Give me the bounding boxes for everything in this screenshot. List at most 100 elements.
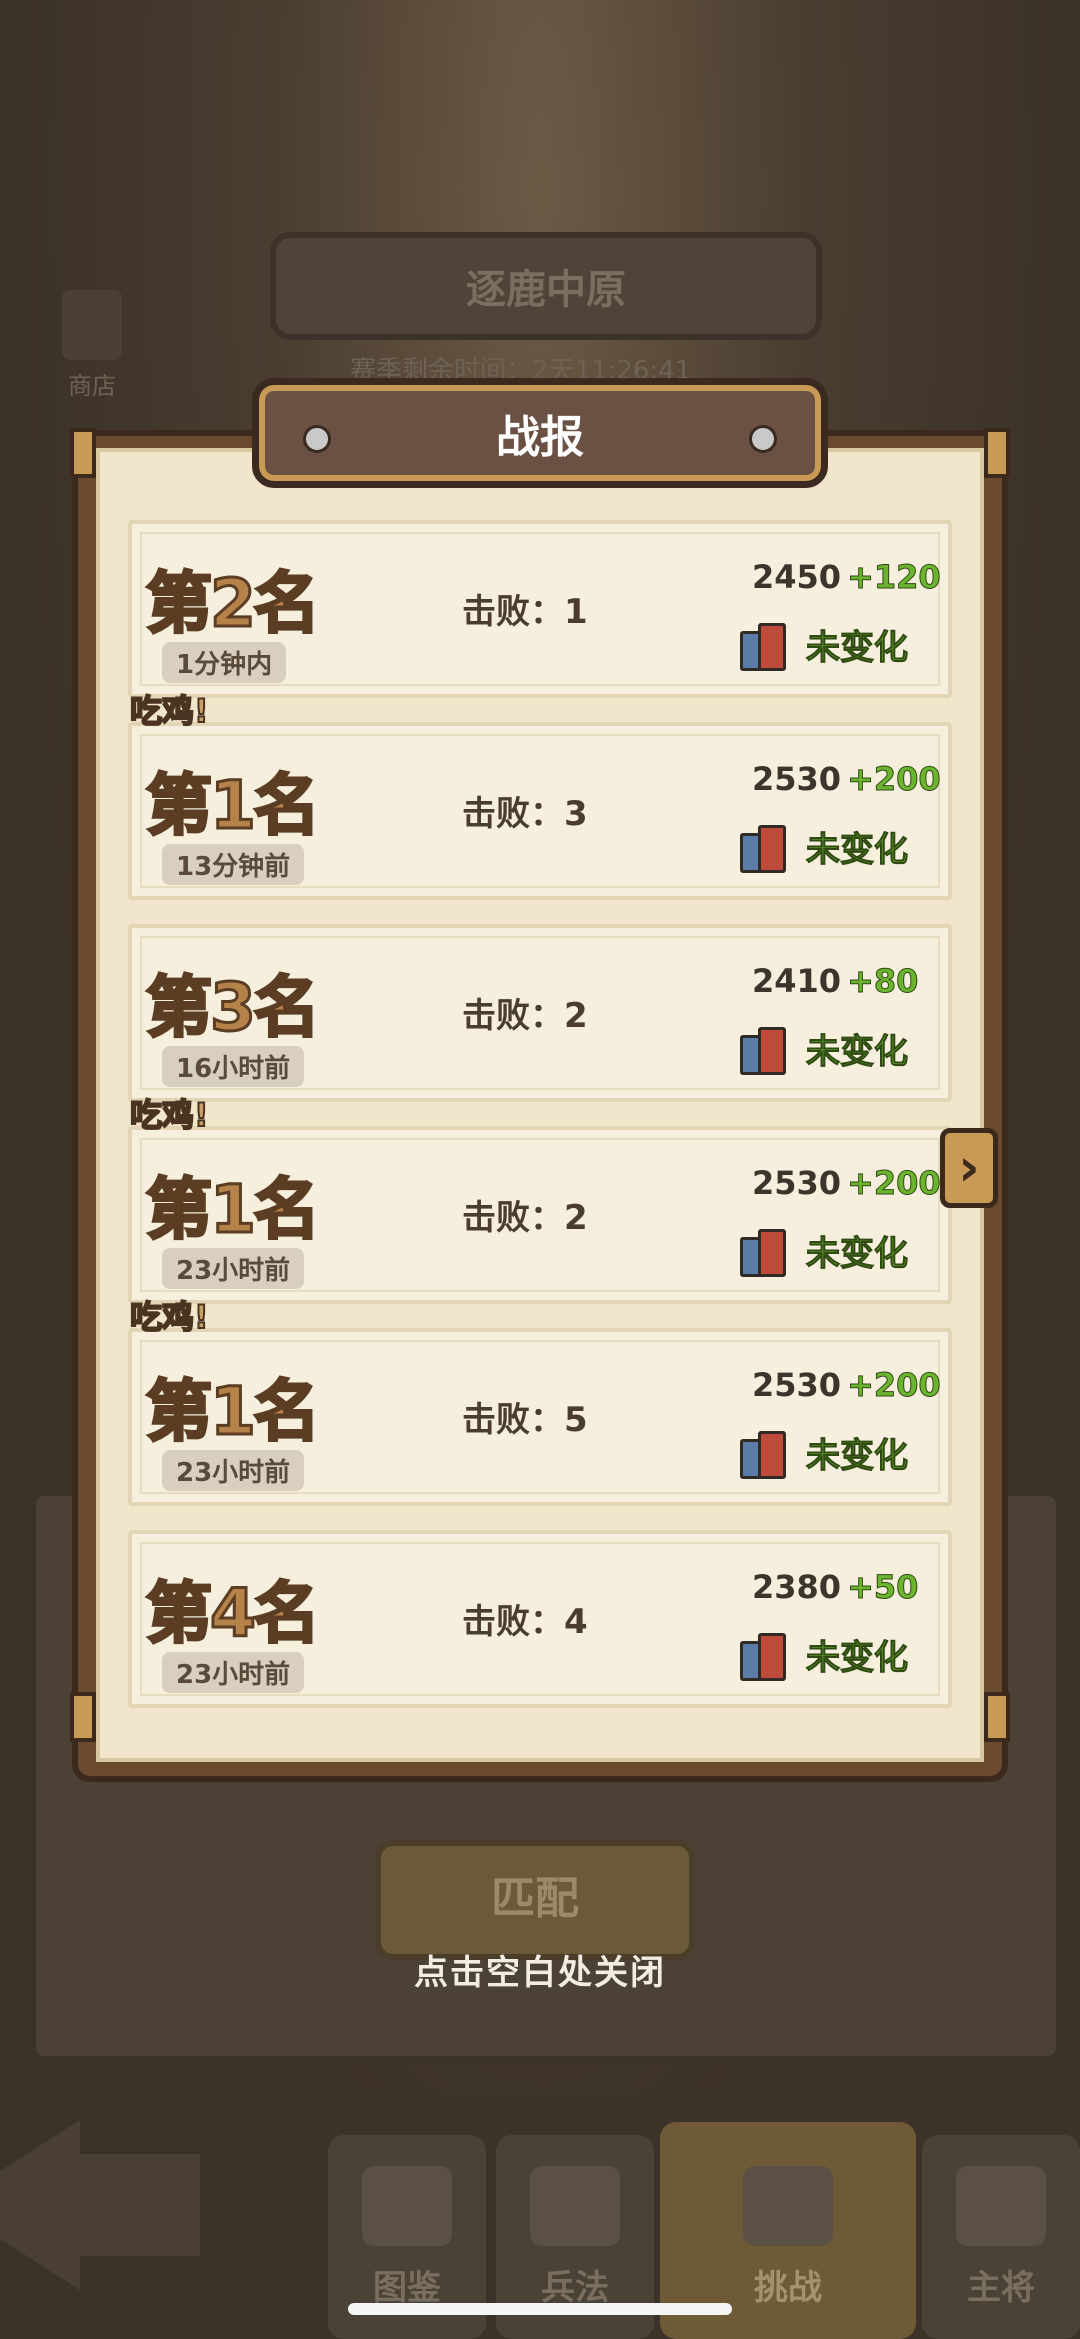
score-value: 2530 [752,1366,842,1404]
tab-label: 挑战 [754,2268,822,2308]
defeat-label: 击败： [462,1602,564,1642]
change-text: 未变化 [806,1032,909,1073]
shop-button[interactable]: 商店 [52,290,132,410]
dialog-title-plaque: 战报 [252,378,828,488]
chicken-badge: 吃鸡! [129,1095,210,1135]
rank-change: 未变化 [740,1428,909,1479]
report-card[interactable]: 吃鸡! 第1名 23小时前 击败：2 2530 +200 未变化 [128,1095,952,1304]
report-card[interactable]: 第4名 23小时前 击败：4 2380 +50 未变化 [128,1530,952,1708]
book-icon [740,621,796,671]
rank-label: 第2名 [145,564,322,644]
rank-change: 未变化 [740,1226,909,1277]
rank-label: 第1名 [145,766,322,846]
tab-label: 兵法 [541,2268,609,2308]
rank-change: 未变化 [740,1024,909,1075]
defeat-value: 3 [564,794,588,834]
book-icon [740,1429,796,1479]
rank-label: 第4名 [145,1574,322,1654]
change-text: 未变化 [806,830,909,871]
dialog-title: 战报 [496,412,584,463]
defeat-count: 击败：4 [462,1594,588,1643]
chicken-badge: 吃鸡! [129,691,210,731]
score-delta: +200 [847,1366,942,1405]
tactics-icon [530,2166,620,2246]
score-delta: +50 [847,1568,919,1607]
score-value: 2530 [752,760,842,798]
defeat-count: 击败：1 [462,584,588,633]
frame-corner [984,1692,1010,1742]
time-badge: 13分钟前 [162,844,305,885]
defeat-count: 击败：2 [462,1190,588,1239]
time-badge: 23小时前 [162,1248,305,1289]
illustrated-icon [362,2166,452,2246]
rivet-icon [749,425,777,453]
defeat-count: 击败：2 [462,988,588,1037]
report-card[interactable]: 吃鸡! 第1名 23小时前 击败：5 2530 +200 未变化 [128,1297,952,1506]
time-badge: 23小时前 [162,1652,305,1693]
book-icon [740,1227,796,1277]
tab-label: 主将 [967,2268,1035,2308]
defeat-label: 击败： [462,1198,564,1238]
report-card[interactable]: 第3名 16小时前 击败：2 2410 +80 未变化 [128,924,952,1102]
match-button[interactable]: 匹配 [375,1840,695,1960]
score-line: 2530 +200 [752,760,942,799]
defeat-count: 击败：5 [462,1392,588,1441]
change-text: 未变化 [806,1234,909,1275]
frame-corner [70,428,96,478]
rank-label: 第3名 [145,968,322,1048]
score-line: 2450 +120 [752,558,942,597]
score-delta: +200 [847,760,942,799]
score-delta: +200 [847,1164,942,1203]
score-line: 2530 +200 [752,1164,942,1203]
report-card[interactable]: 第2名 1分钟内 击败：1 2450 +120 未变化 [128,520,952,698]
shop-label: 商店 [68,372,116,400]
tab-label: 图鉴 [373,2268,441,2308]
score-value: 2450 [752,558,842,596]
rank-change: 未变化 [740,1630,909,1681]
time-badge: 16小时前 [162,1046,305,1087]
mode-title-banner: 逐鹿中原 [270,232,822,340]
score-line: 2380 +50 [752,1568,919,1607]
time-badge: 23小时前 [162,1450,305,1491]
score-value: 2410 [752,962,842,1000]
report-card[interactable]: 吃鸡! 第1名 13分钟前 击败：3 2530 +200 未变化 [128,691,952,900]
change-text: 未变化 [806,1638,909,1679]
time-badge: 1分钟内 [162,642,287,683]
defeat-value: 4 [564,1602,588,1642]
score-line: 2530 +200 [752,1366,942,1405]
change-text: 未变化 [806,628,909,669]
frame-corner [70,1692,96,1742]
defeat-value: 5 [564,1400,588,1440]
defeat-count: 击败：3 [462,786,588,835]
general-icon [956,2166,1046,2246]
score-delta: +120 [847,558,942,597]
book-icon [740,1631,796,1681]
shop-icon [62,290,122,360]
rank-label: 第1名 [145,1170,322,1250]
score-line: 2410 +80 [752,962,919,1001]
score-value: 2380 [752,1568,842,1606]
frame-corner [984,428,1010,478]
book-icon [740,1025,796,1075]
defeat-label: 击败： [462,1400,564,1440]
next-page-arrow-icon[interactable]: › [940,1128,998,1208]
rank-label: 第1名 [145,1372,322,1452]
challenge-icon [743,2166,833,2246]
defeat-label: 击败： [462,996,564,1036]
defeat-value: 2 [564,996,588,1036]
chicken-badge: 吃鸡! [129,1297,210,1337]
tab-general[interactable]: 主将 [922,2135,1080,2339]
defeat-label: 击败： [462,794,564,834]
home-indicator[interactable] [348,2303,732,2315]
defeat-value: 2 [564,1198,588,1238]
rank-change: 未变化 [740,620,909,671]
rivet-icon [303,425,331,453]
change-text: 未变化 [806,1436,909,1477]
score-delta: +80 [847,962,919,1001]
close-hint[interactable]: 点击空白处关闭 [0,1945,1080,1994]
rank-change: 未变化 [740,822,909,873]
defeat-value: 1 [564,592,588,632]
score-value: 2530 [752,1164,842,1202]
book-icon [740,823,796,873]
defeat-label: 击败： [462,592,564,632]
